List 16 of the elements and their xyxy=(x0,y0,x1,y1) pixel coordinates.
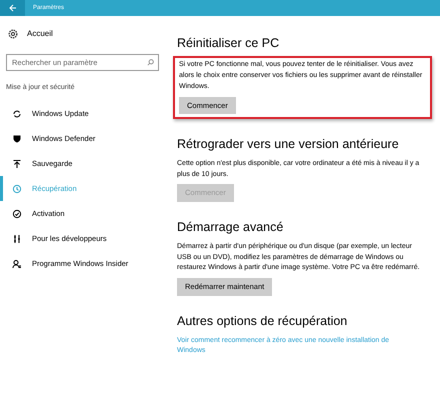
home-link[interactable]: Accueil xyxy=(6,22,159,46)
check-circle-icon xyxy=(12,208,22,218)
search-icon xyxy=(147,59,154,66)
tools-icon xyxy=(12,234,22,244)
shield-icon xyxy=(12,134,22,144)
section-heading: Autres options de récupération xyxy=(177,314,348,328)
person-icon xyxy=(12,258,22,268)
back-button[interactable] xyxy=(0,0,25,16)
clock-icon xyxy=(12,184,22,194)
section-heading: Démarrage avancé xyxy=(177,220,284,235)
section-heading: Réinitialiser ce PC xyxy=(177,36,280,51)
upload-icon xyxy=(12,158,22,168)
section-heading: Rétrograder vers une version antérieure xyxy=(177,136,400,152)
settings-icon xyxy=(8,29,18,39)
sync-icon xyxy=(12,108,22,118)
back-icon xyxy=(8,4,16,12)
